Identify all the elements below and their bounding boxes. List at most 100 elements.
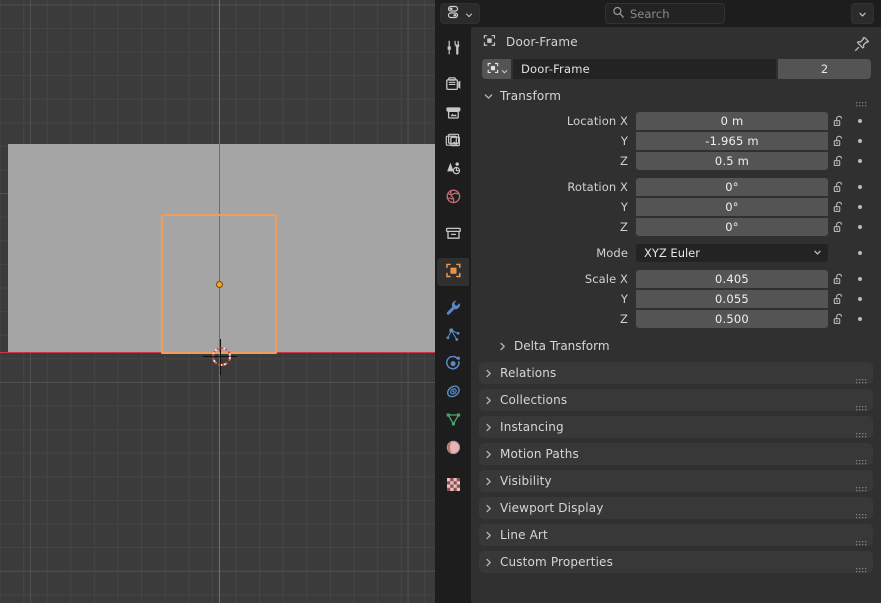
transform-number-field[interactable]: -1.965 m: [636, 132, 828, 150]
panel-instancing[interactable]: Instancing: [479, 416, 873, 438]
unlocked-padlock-icon[interactable]: [828, 272, 850, 286]
sidebar-item-object[interactable]: [437, 258, 469, 286]
drag-grip-icon[interactable]: [856, 451, 867, 464]
unlocked-padlock-icon[interactable]: [828, 200, 850, 214]
unlocked-padlock-icon[interactable]: [828, 154, 850, 168]
transform-row-label: Y: [620, 292, 628, 306]
animate-property-dot-icon[interactable]: [850, 225, 870, 229]
texture-checker-icon: [444, 475, 463, 498]
chevron-right-icon: [497, 337, 508, 356]
cursor-3d-icon[interactable]: [203, 339, 237, 375]
wrench-icon: [444, 298, 463, 321]
animate-property-dot-icon[interactable]: [850, 185, 870, 189]
rotation-mode-value: XYZ Euler: [644, 246, 700, 260]
panel-title: Custom Properties: [500, 555, 613, 569]
transform-number-field[interactable]: 0.500: [636, 310, 828, 328]
panel-title: Relations: [500, 366, 557, 380]
object-name-input[interactable]: Door-Frame: [513, 59, 776, 79]
sidebar-item-particles[interactable]: [437, 323, 469, 351]
object-id-row: Door-Frame 2: [482, 59, 871, 79]
transform-row-label: Location X: [566, 114, 628, 128]
animate-property-dot-icon[interactable]: [850, 297, 870, 301]
transform-row-label: Z: [620, 312, 628, 326]
panel-custom-properties[interactable]: Custom Properties: [479, 551, 873, 573]
animate-property-dot-icon[interactable]: [850, 159, 870, 163]
pin-icon[interactable]: [853, 35, 871, 53]
transform-number-field[interactable]: 0 m: [636, 112, 828, 130]
drag-grip-icon[interactable]: [856, 93, 867, 106]
transform-row-y: Y 0°: [479, 197, 873, 217]
printer-icon: [444, 103, 463, 126]
sidebar-item-modifiers[interactable]: [437, 295, 469, 323]
id-type-button[interactable]: [482, 59, 511, 79]
sidebar-item-tool[interactable]: [437, 35, 469, 63]
animate-property-dot-icon[interactable]: [850, 317, 870, 321]
transform-property-rows: Location X 0 m Y -1.965 m Z 0.5 m Rotation X 0°…: [479, 107, 873, 329]
search-icon: [612, 4, 625, 23]
drag-grip-icon[interactable]: [856, 559, 867, 572]
header-options-button[interactable]: [851, 3, 874, 24]
sidebar-item-physics[interactable]: [437, 351, 469, 379]
panel-collections[interactable]: Collections: [479, 389, 873, 411]
drag-grip-icon[interactable]: [856, 397, 867, 410]
subpanel-delta-transform[interactable]: Delta Transform: [479, 335, 873, 357]
sidebar-item-world[interactable]: [437, 184, 469, 212]
unlocked-padlock-icon[interactable]: [828, 292, 850, 306]
transform-row-rotation-x: Rotation X 0°: [479, 177, 873, 197]
transform-number-field[interactable]: 0.405: [636, 270, 828, 288]
animate-property-dot-icon[interactable]: [850, 277, 870, 281]
animate-property-dot-icon[interactable]: [850, 205, 870, 209]
panel-visibility[interactable]: Visibility: [479, 470, 873, 492]
unlocked-padlock-icon[interactable]: [828, 180, 850, 194]
drag-grip-icon[interactable]: [856, 505, 867, 518]
drag-grip-icon[interactable]: [856, 424, 867, 437]
search-input[interactable]: Search: [605, 3, 725, 24]
animate-property-dot-icon[interactable]: [850, 251, 870, 255]
sidebar-item-material[interactable]: [437, 435, 469, 463]
transform-row-scale-x: Scale X 0.405: [479, 269, 873, 289]
transform-number-field[interactable]: 0.055: [636, 290, 828, 308]
transform-row-label: Y: [620, 200, 628, 214]
breadcrumb: Door-Frame: [471, 27, 881, 57]
animate-property-dot-icon[interactable]: [850, 119, 870, 123]
sidebar-item-view-layer[interactable]: [437, 128, 469, 156]
editor-type-selector-button[interactable]: [440, 3, 480, 24]
object-square-icon: [444, 261, 463, 284]
world-globe-icon: [444, 187, 463, 210]
drag-grip-icon[interactable]: [856, 370, 867, 383]
sidebar-item-texture[interactable]: [437, 472, 469, 500]
transform-number-field[interactable]: 0°: [636, 218, 828, 236]
drag-grip-icon[interactable]: [856, 478, 867, 491]
chevron-right-icon: [483, 472, 494, 491]
sidebar-item-render[interactable]: [437, 72, 469, 100]
rotation-mode-dropdown[interactable]: XYZ Euler: [636, 244, 828, 262]
transform-number-field[interactable]: 0°: [636, 178, 828, 196]
panel-viewport-display[interactable]: Viewport Display: [479, 497, 873, 519]
sidebar-item-output[interactable]: [437, 100, 469, 128]
unlocked-padlock-icon[interactable]: [828, 114, 850, 128]
unlocked-padlock-icon[interactable]: [828, 134, 850, 148]
sidebar-item-collection[interactable]: [437, 221, 469, 249]
sidebar-item-object-data[interactable]: [437, 407, 469, 435]
unlocked-padlock-icon[interactable]: [828, 312, 850, 326]
drag-grip-icon[interactable]: [856, 532, 867, 545]
transform-row-z: Z 0.5 m: [479, 151, 873, 171]
panel-relations[interactable]: Relations: [479, 362, 873, 384]
camera-back-icon: [444, 75, 463, 98]
sidebar-item-scene[interactable]: [437, 156, 469, 184]
object-square-icon: [482, 33, 497, 52]
panel-transform-header[interactable]: Transform: [479, 85, 873, 107]
transform-row-y: Y -1.965 m: [479, 131, 873, 151]
transform-number-field[interactable]: 0.5 m: [636, 152, 828, 170]
unlocked-padlock-icon[interactable]: [828, 220, 850, 234]
panel-motion-paths[interactable]: Motion Paths: [479, 443, 873, 465]
object-origin-point[interactable]: [216, 281, 223, 288]
panel-line-art[interactable]: Line Art: [479, 524, 873, 546]
transform-number-field[interactable]: 0°: [636, 198, 828, 216]
object-users-count-button[interactable]: 2: [778, 59, 871, 79]
sidebar-item-constraints[interactable]: [437, 379, 469, 407]
panel-title: Motion Paths: [500, 447, 579, 461]
viewport-3d[interactable]: [0, 0, 435, 603]
animate-property-dot-icon[interactable]: [850, 139, 870, 143]
chevron-down-icon: [483, 87, 494, 106]
